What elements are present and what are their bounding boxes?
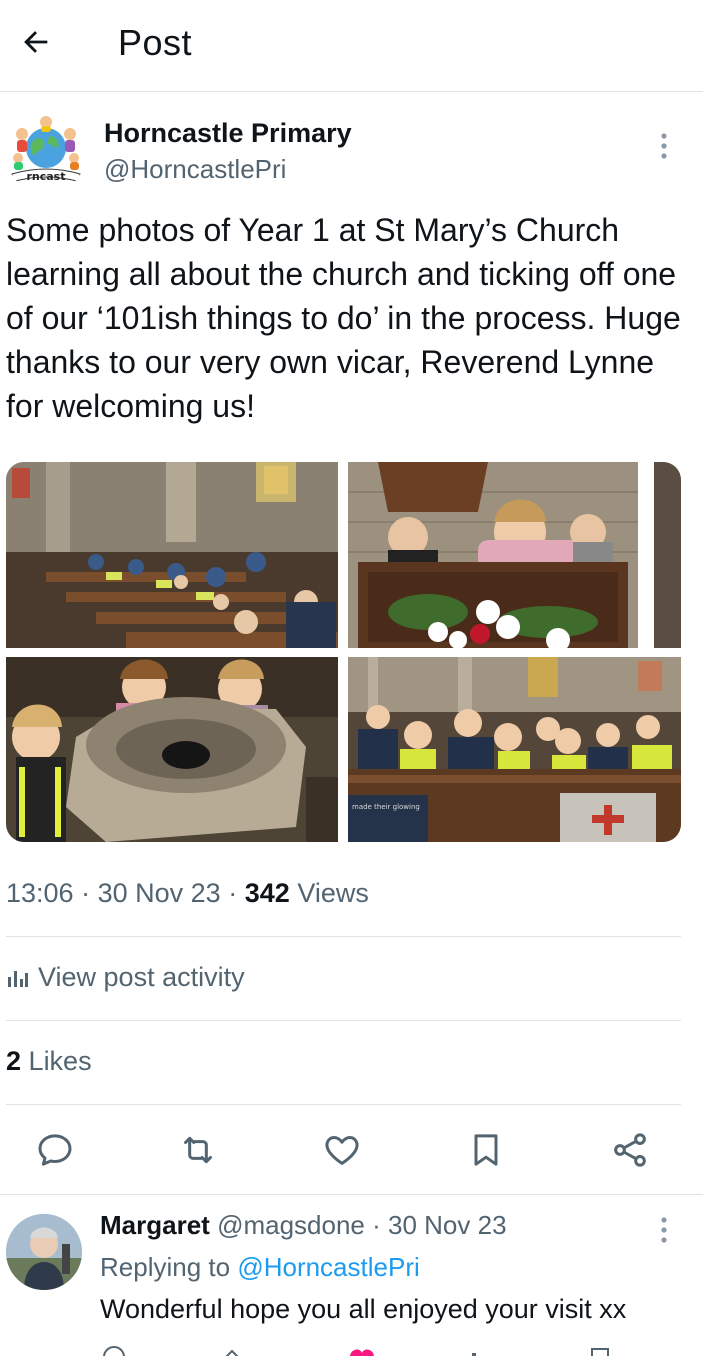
views-count: 342 xyxy=(244,878,290,908)
post-meta: 13:06 · 30 Nov 23 · 342 Views xyxy=(6,878,369,909)
top-bar: Post xyxy=(0,0,703,92)
post-text: Some photos of Year 1 at St Mary’s Churc… xyxy=(6,212,681,424)
meta-sep: · xyxy=(372,1210,381,1240)
repost-icon xyxy=(184,1136,212,1164)
likes-link[interactable]: 2 Likes xyxy=(6,1046,92,1077)
meta-sep: · xyxy=(81,878,91,908)
reply-text: Wonderful hope you all enjoyed your visi… xyxy=(100,1294,627,1324)
bookmark-button[interactable] xyxy=(464,1128,508,1172)
divider xyxy=(6,936,681,937)
activity-label: View post activity xyxy=(38,962,245,992)
reply-date: 30 Nov 23 xyxy=(388,1210,507,1240)
school-logo: rncast xyxy=(6,114,86,194)
author-avatar[interactable]: rncast xyxy=(6,114,86,194)
replying-prefix: Replying to xyxy=(100,1252,231,1282)
divider xyxy=(6,1104,681,1105)
photo-baptismal-font[interactable] xyxy=(6,657,338,842)
replying-to-mention[interactable]: @HorncastlePri xyxy=(237,1252,419,1282)
likes-count: 2 xyxy=(6,1046,22,1076)
divider xyxy=(6,1020,681,1021)
photo-grid: made their glowing xyxy=(6,462,681,842)
reply-action-bar-peek xyxy=(0,1344,703,1356)
author-name[interactable]: Horncastle Primary xyxy=(104,118,352,149)
reply-icon xyxy=(38,1134,72,1166)
bookmark-icon xyxy=(474,1134,498,1166)
action-bar xyxy=(0,1120,703,1180)
meta-sep: · xyxy=(228,878,238,908)
analytics-icon xyxy=(8,970,28,987)
page-title: Post xyxy=(118,22,193,63)
post-time: 13:06 xyxy=(6,878,74,908)
photo-church-pews[interactable] xyxy=(6,462,338,648)
more-vertical-icon xyxy=(661,1217,667,1243)
heart-icon xyxy=(325,1136,359,1165)
avatar-photo xyxy=(6,1214,82,1290)
svg-text:rncast: rncast xyxy=(26,170,65,183)
share-icon xyxy=(614,1133,646,1167)
share-button[interactable] xyxy=(608,1128,652,1172)
reply-header: Margaret @magsdone · 30 Nov 23 xyxy=(100,1210,507,1241)
photo-children-in-pews[interactable]: made their glowing xyxy=(348,657,681,842)
svg-text:made their glowing: made their glowing xyxy=(352,803,420,811)
views-label: Views xyxy=(297,878,369,908)
reply-button[interactable] xyxy=(33,1128,77,1172)
post-date: 30 Nov 23 xyxy=(97,878,221,908)
divider xyxy=(0,1194,703,1195)
author-handle[interactable]: @HorncastlePri xyxy=(104,154,286,185)
back-button[interactable] xyxy=(14,20,58,64)
likes-label: Likes xyxy=(28,1046,92,1076)
view-post-activity-link[interactable]: View post activity xyxy=(6,962,245,993)
replying-to: Replying to @HorncastlePri xyxy=(100,1252,420,1283)
more-vertical-icon xyxy=(661,133,667,159)
photo-pulpit-children[interactable] xyxy=(348,462,681,648)
repost-button[interactable] xyxy=(176,1128,220,1172)
more-options-button[interactable] xyxy=(652,130,676,164)
arrow-left-icon xyxy=(24,31,48,53)
reply-actions-cutoff xyxy=(103,1346,609,1356)
reply-author-avatar[interactable] xyxy=(6,1214,82,1290)
reply-more-options-button[interactable] xyxy=(652,1214,676,1248)
like-button[interactable] xyxy=(320,1128,364,1172)
reply-author-name[interactable]: Margaret xyxy=(100,1210,210,1240)
reply-author-handle[interactable]: @magsdone xyxy=(217,1210,365,1240)
